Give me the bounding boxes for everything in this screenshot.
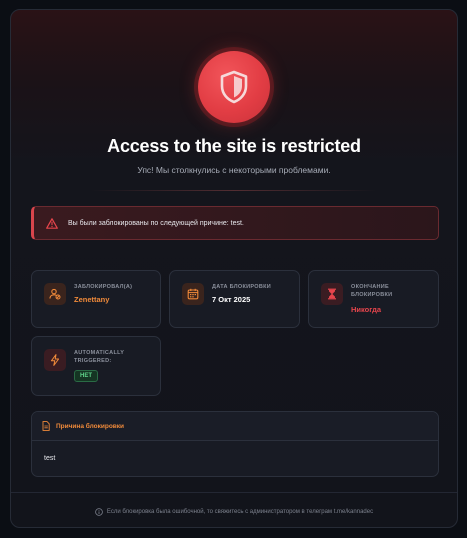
block-end-value: Никогда <box>351 305 382 314</box>
warning-icon <box>46 217 58 229</box>
block-end-label: ОКОНЧАНИЕ БЛОКИРОВКИ <box>351 284 393 298</box>
page-title: Access to the site is restricted <box>107 136 361 156</box>
document-icon <box>42 421 50 431</box>
user-block-icon <box>44 283 66 305</box>
auto-triggered-label: AUTOMATICALLY TRIGGERED: <box>74 350 125 364</box>
divider <box>91 190 377 191</box>
lightning-icon <box>44 349 66 371</box>
hourglass-icon <box>321 283 343 305</box>
page-subtitle: Упс! Мы столкнулись с некоторыми проблем… <box>137 165 331 175</box>
shield-badge <box>191 44 277 130</box>
blocked-by-value: Zenettany <box>74 295 110 304</box>
blocked-by-label: ЗАБЛОКИРОВАЛ(А) <box>74 284 133 290</box>
block-date-value: 7 Окт 2025 <box>212 295 251 304</box>
calendar-icon <box>182 283 204 305</box>
info-card-auto-triggered: AUTOMATICALLY TRIGGERED: НЕТ <box>31 336 161 396</box>
alert-text: Вы были заблокированы по следующей причи… <box>68 219 244 227</box>
reason-title: Причина блокировки <box>56 422 125 430</box>
info-icon <box>95 507 103 516</box>
block-alert: Вы были заблокированы по следующей причи… <box>31 206 439 240</box>
footer-text: Если блокировка была ошибочной, то свяжи… <box>106 508 374 515</box>
reason-text: test <box>44 455 56 462</box>
reason-header: Причина блокировки <box>32 412 438 441</box>
info-card-block-end: ОКОНЧАНИЕ БЛОКИРОВКИ Никогда <box>308 270 439 328</box>
restriction-card: Access to the site is restricted Упс! Мы… <box>10 9 458 528</box>
info-card-blocked-by: ЗАБЛОКИРОВАЛ(А) Zenettany <box>31 270 161 328</box>
shield-circle <box>198 51 270 123</box>
block-date-label: ДАТА БЛОКИРОВКИ <box>212 284 272 290</box>
auto-triggered-badge: НЕТ <box>74 370 98 382</box>
reason-panel: Причина блокировки test <box>31 411 439 477</box>
info-card-block-date: ДАТА БЛОКИРОВКИ 7 Окт 2025 <box>169 270 300 328</box>
shield-icon <box>220 70 248 104</box>
footer: Если блокировка была ошибочной, то свяжи… <box>11 492 457 527</box>
